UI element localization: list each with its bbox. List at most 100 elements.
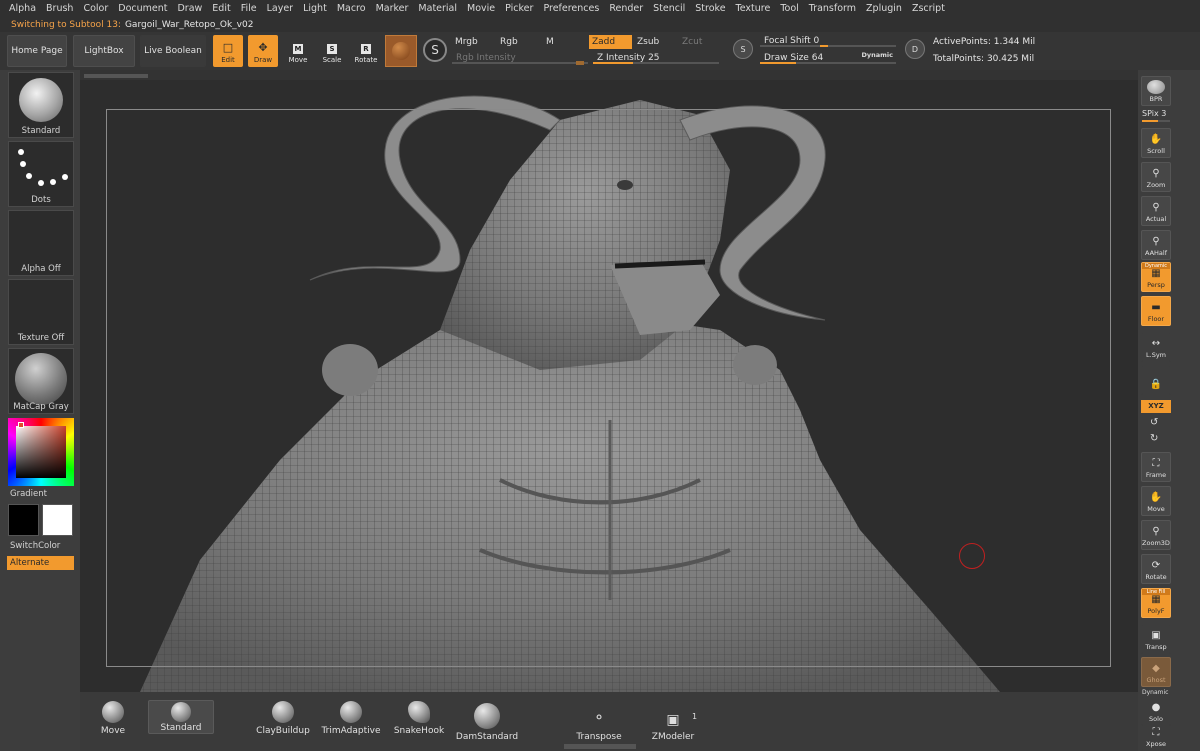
xpose-button[interactable]: ⛶ Xpose (1141, 724, 1171, 751)
menu-texture[interactable]: Texture (731, 0, 776, 17)
aahalf-button[interactable]: ⚲ AAHalf (1141, 230, 1171, 260)
menu-layer[interactable]: Layer (262, 0, 299, 17)
scale-mode-button[interactable]: S Scale (317, 35, 347, 67)
snakehook-brush-button[interactable]: SnakeHook (386, 698, 452, 736)
scroll-button[interactable]: ✋ Scroll (1141, 128, 1171, 158)
active-points-stat: ActivePoints: 1.344 Mil (933, 37, 1036, 47)
m-toggle[interactable]: M (543, 35, 583, 49)
bpr-button[interactable]: BPR (1141, 76, 1171, 106)
menu-transform[interactable]: Transform (804, 0, 861, 17)
main-color-swatch[interactable] (42, 504, 73, 536)
frame-button[interactable]: ⛶ Frame (1141, 452, 1171, 482)
standard-brush-shelf-icon (171, 702, 191, 722)
edit-label: Edit (221, 56, 235, 64)
menu-draw[interactable]: Draw (172, 0, 207, 17)
material-slot[interactable]: MatCap Gray (8, 348, 74, 414)
menu-stencil[interactable]: Stencil (648, 0, 690, 17)
menu-document[interactable]: Document (113, 0, 172, 17)
zoom3d-button[interactable]: ⚲ Zoom3D (1141, 520, 1171, 550)
brush-slot[interactable]: Standard (8, 72, 74, 138)
lightbox-button[interactable]: LightBox (73, 35, 135, 67)
transpose-button[interactable]: ⚬ Transpose (566, 698, 632, 742)
menu-edit[interactable]: Edit (207, 0, 235, 17)
menu-color[interactable]: Color (78, 0, 113, 17)
zadd-toggle[interactable]: Zadd (589, 35, 632, 49)
lock-button[interactable]: 🔒 (1141, 365, 1171, 395)
menu-macro[interactable]: Macro (332, 0, 371, 17)
alpha-slot[interactable]: Alpha Off (8, 210, 74, 276)
zcut-toggle[interactable]: Zcut (679, 35, 719, 49)
standard-brush-button[interactable]: Standard (148, 700, 214, 734)
floor-button[interactable]: ▬ Floor (1141, 296, 1171, 326)
transp-button[interactable]: ▣ Transp (1141, 624, 1171, 654)
ghost-button[interactable]: ◆ Ghost (1141, 657, 1171, 687)
mrgb-toggle[interactable]: Mrgb (452, 35, 492, 49)
switch-color-button[interactable]: SwitchColor (10, 541, 60, 551)
z-intensity-slider[interactable]: Z Intensity 25 (593, 51, 719, 65)
secondary-color-swatch[interactable] (8, 504, 39, 536)
alternate-button[interactable]: Alternate (7, 556, 74, 570)
menu-file[interactable]: File (236, 0, 262, 17)
menu-tool[interactable]: Tool (775, 0, 803, 17)
menu-stroke[interactable]: Stroke (690, 0, 730, 17)
persp-button[interactable]: Dynamic ▦ Persp (1141, 262, 1171, 292)
solo-button[interactable]: ● Solo (1141, 696, 1171, 726)
menu-zplugin[interactable]: Zplugin (861, 0, 907, 17)
saturation-square[interactable] (16, 426, 66, 478)
trimadaptive-brush-button[interactable]: TrimAdaptive (318, 698, 384, 736)
actual-size-icon: ⚲ (1152, 202, 1160, 213)
menu-movie[interactable]: Movie (462, 0, 500, 17)
lsym-button[interactable]: ↔ L.Sym (1141, 332, 1171, 362)
rotate-z-icon[interactable]: ↻ (1150, 433, 1158, 444)
menu-marker[interactable]: Marker (371, 0, 414, 17)
menu-render[interactable]: Render (604, 0, 648, 17)
menu-alpha[interactable]: Alpha (4, 0, 41, 17)
menu-picker[interactable]: Picker (500, 0, 538, 17)
symmetry-s-icon[interactable]: S (733, 39, 753, 59)
draw-size-slider[interactable]: Draw Size 64 Dynamic (760, 51, 896, 65)
live-boolean-button[interactable]: Live Boolean (140, 35, 206, 67)
xyz-button[interactable]: XYZ (1141, 400, 1171, 413)
move-view-button[interactable]: ✋ Move (1141, 486, 1171, 516)
move-mode-button[interactable]: M Move (283, 35, 313, 67)
actual-button[interactable]: ⚲ Actual (1141, 196, 1171, 226)
zsub-toggle[interactable]: Zsub (634, 35, 676, 49)
d-dial-icon[interactable]: D (905, 39, 925, 59)
menu-preferences[interactable]: Preferences (538, 0, 604, 17)
rotate-label: Rotate (354, 56, 378, 64)
rotate-view-button[interactable]: ⟳ Rotate (1141, 554, 1171, 584)
home-page-button[interactable]: Home Page (7, 35, 67, 67)
material-swatch-button[interactable] (385, 35, 417, 67)
rotate-y-icon[interactable]: ↺ (1150, 417, 1158, 428)
color-picker[interactable] (8, 418, 74, 486)
draw-mode-button[interactable]: ✥ Draw (248, 35, 278, 67)
dynamic-label[interactable]: Dynamic (861, 51, 893, 59)
zoom-button[interactable]: ⚲ Zoom (1141, 162, 1171, 192)
focal-shift-slider[interactable]: Focal Shift 0 (760, 34, 896, 48)
xpose-label: Xpose (1146, 740, 1166, 748)
damstandard-brush-button[interactable]: DamStandard (454, 698, 520, 742)
menu-light[interactable]: Light (298, 0, 332, 17)
texture-slot[interactable]: Texture Off (8, 279, 74, 345)
rgb-intensity-slider[interactable]: Rgb Intensity (452, 51, 588, 65)
rgb-intensity-knob (576, 61, 584, 65)
brush-cursor (959, 543, 985, 569)
stroke-slot[interactable]: Dots (8, 141, 74, 207)
viewport-canvas[interactable] (80, 80, 1138, 692)
doc-scroll-indicator[interactable] (84, 74, 148, 78)
edit-mode-button[interactable]: □ Edit (213, 35, 243, 67)
menu-zscript[interactable]: Zscript (907, 0, 950, 17)
spotlight-icon[interactable]: S (423, 38, 447, 62)
claybuildup-brush-button[interactable]: ClayBuildup (250, 698, 316, 736)
menu-material[interactable]: Material (413, 0, 462, 17)
lsym-label: L.Sym (1146, 351, 1166, 359)
polyf-button[interactable]: Line Fill ▦ PolyF (1141, 588, 1171, 618)
rotate-mode-button[interactable]: R Rotate (351, 35, 381, 67)
gradient-label[interactable]: Gradient (10, 489, 47, 499)
move-brush-button[interactable]: Move (94, 698, 132, 736)
menu-brush[interactable]: Brush (41, 0, 78, 17)
color-cursor[interactable] (18, 422, 24, 428)
aahalf-label: AAHalf (1144, 249, 1168, 257)
rgb-toggle[interactable]: Rgb (497, 35, 537, 49)
spix-control[interactable]: SPix 3 (1142, 109, 1166, 118)
